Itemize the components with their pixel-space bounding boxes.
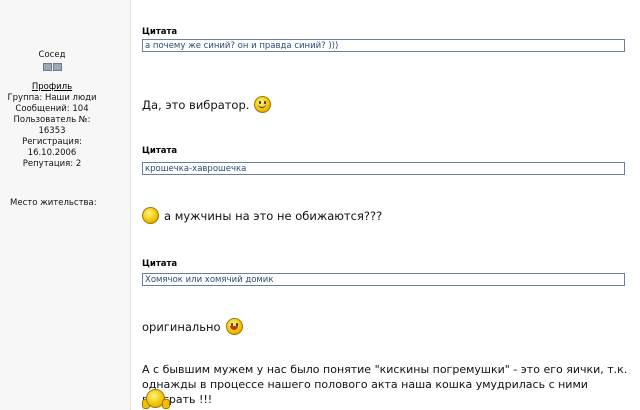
user-rank: Сосед: [0, 50, 104, 71]
laughing-smiley-icon: [142, 389, 170, 409]
tongue-smiley-icon: [225, 318, 243, 335]
final-post-text: А с бывшим мужем у нас было понятие "кис…: [142, 363, 628, 406]
reply-text: оригинально: [142, 319, 221, 334]
post-reply: оригинально: [142, 318, 243, 335]
post-reply: а мужчины на это не обижаются???: [142, 207, 382, 224]
quote-title: Цитата: [142, 27, 178, 37]
user-registration: Регистрация: 16.10.2006: [22, 137, 82, 158]
rank-pip-icon: [52, 63, 62, 71]
user-group: Группа: Наши люди: [7, 93, 97, 103]
profile-link[interactable]: Профиль: [0, 82, 104, 93]
rank-pip-icon: [42, 63, 52, 71]
user-details: Профиль Группа: Наши люди Сообщений: 104…: [0, 82, 104, 170]
quote-box: Хомячок или хомячий домик: [142, 273, 625, 286]
rank-pips-icon: [0, 63, 104, 71]
reply-text: Да, это вибратор.: [142, 97, 250, 112]
plain-smiley-icon: [142, 207, 159, 224]
user-residence: Место жительства:: [10, 198, 97, 208]
user-sidebar: Сосед Профиль Группа: Наши люди Сообщени…: [0, 0, 131, 410]
quote-box: а почему же синий? он и правда синий? ))…: [142, 39, 625, 52]
post-reply: Да, это вибратор.: [142, 96, 272, 113]
user-reputation: Репутация: 2: [22, 159, 82, 169]
quote-title: Цитата: [142, 259, 178, 269]
laughing-smiley-arm: [162, 399, 170, 409]
user-number: Пользователь №: 16353: [13, 115, 91, 136]
user-post-count: Сообщений: 104: [15, 104, 89, 114]
quote-title: Цитата: [142, 146, 178, 156]
reply-text: а мужчины на это не обижаются???: [164, 208, 383, 223]
quote-box: крошечка-хаврошечка: [142, 162, 625, 175]
rank-label: Сосед: [38, 50, 66, 60]
post-body: Цитата а почему же синий? он и правда си…: [130, 0, 640, 410]
smile-icon: [254, 96, 272, 113]
